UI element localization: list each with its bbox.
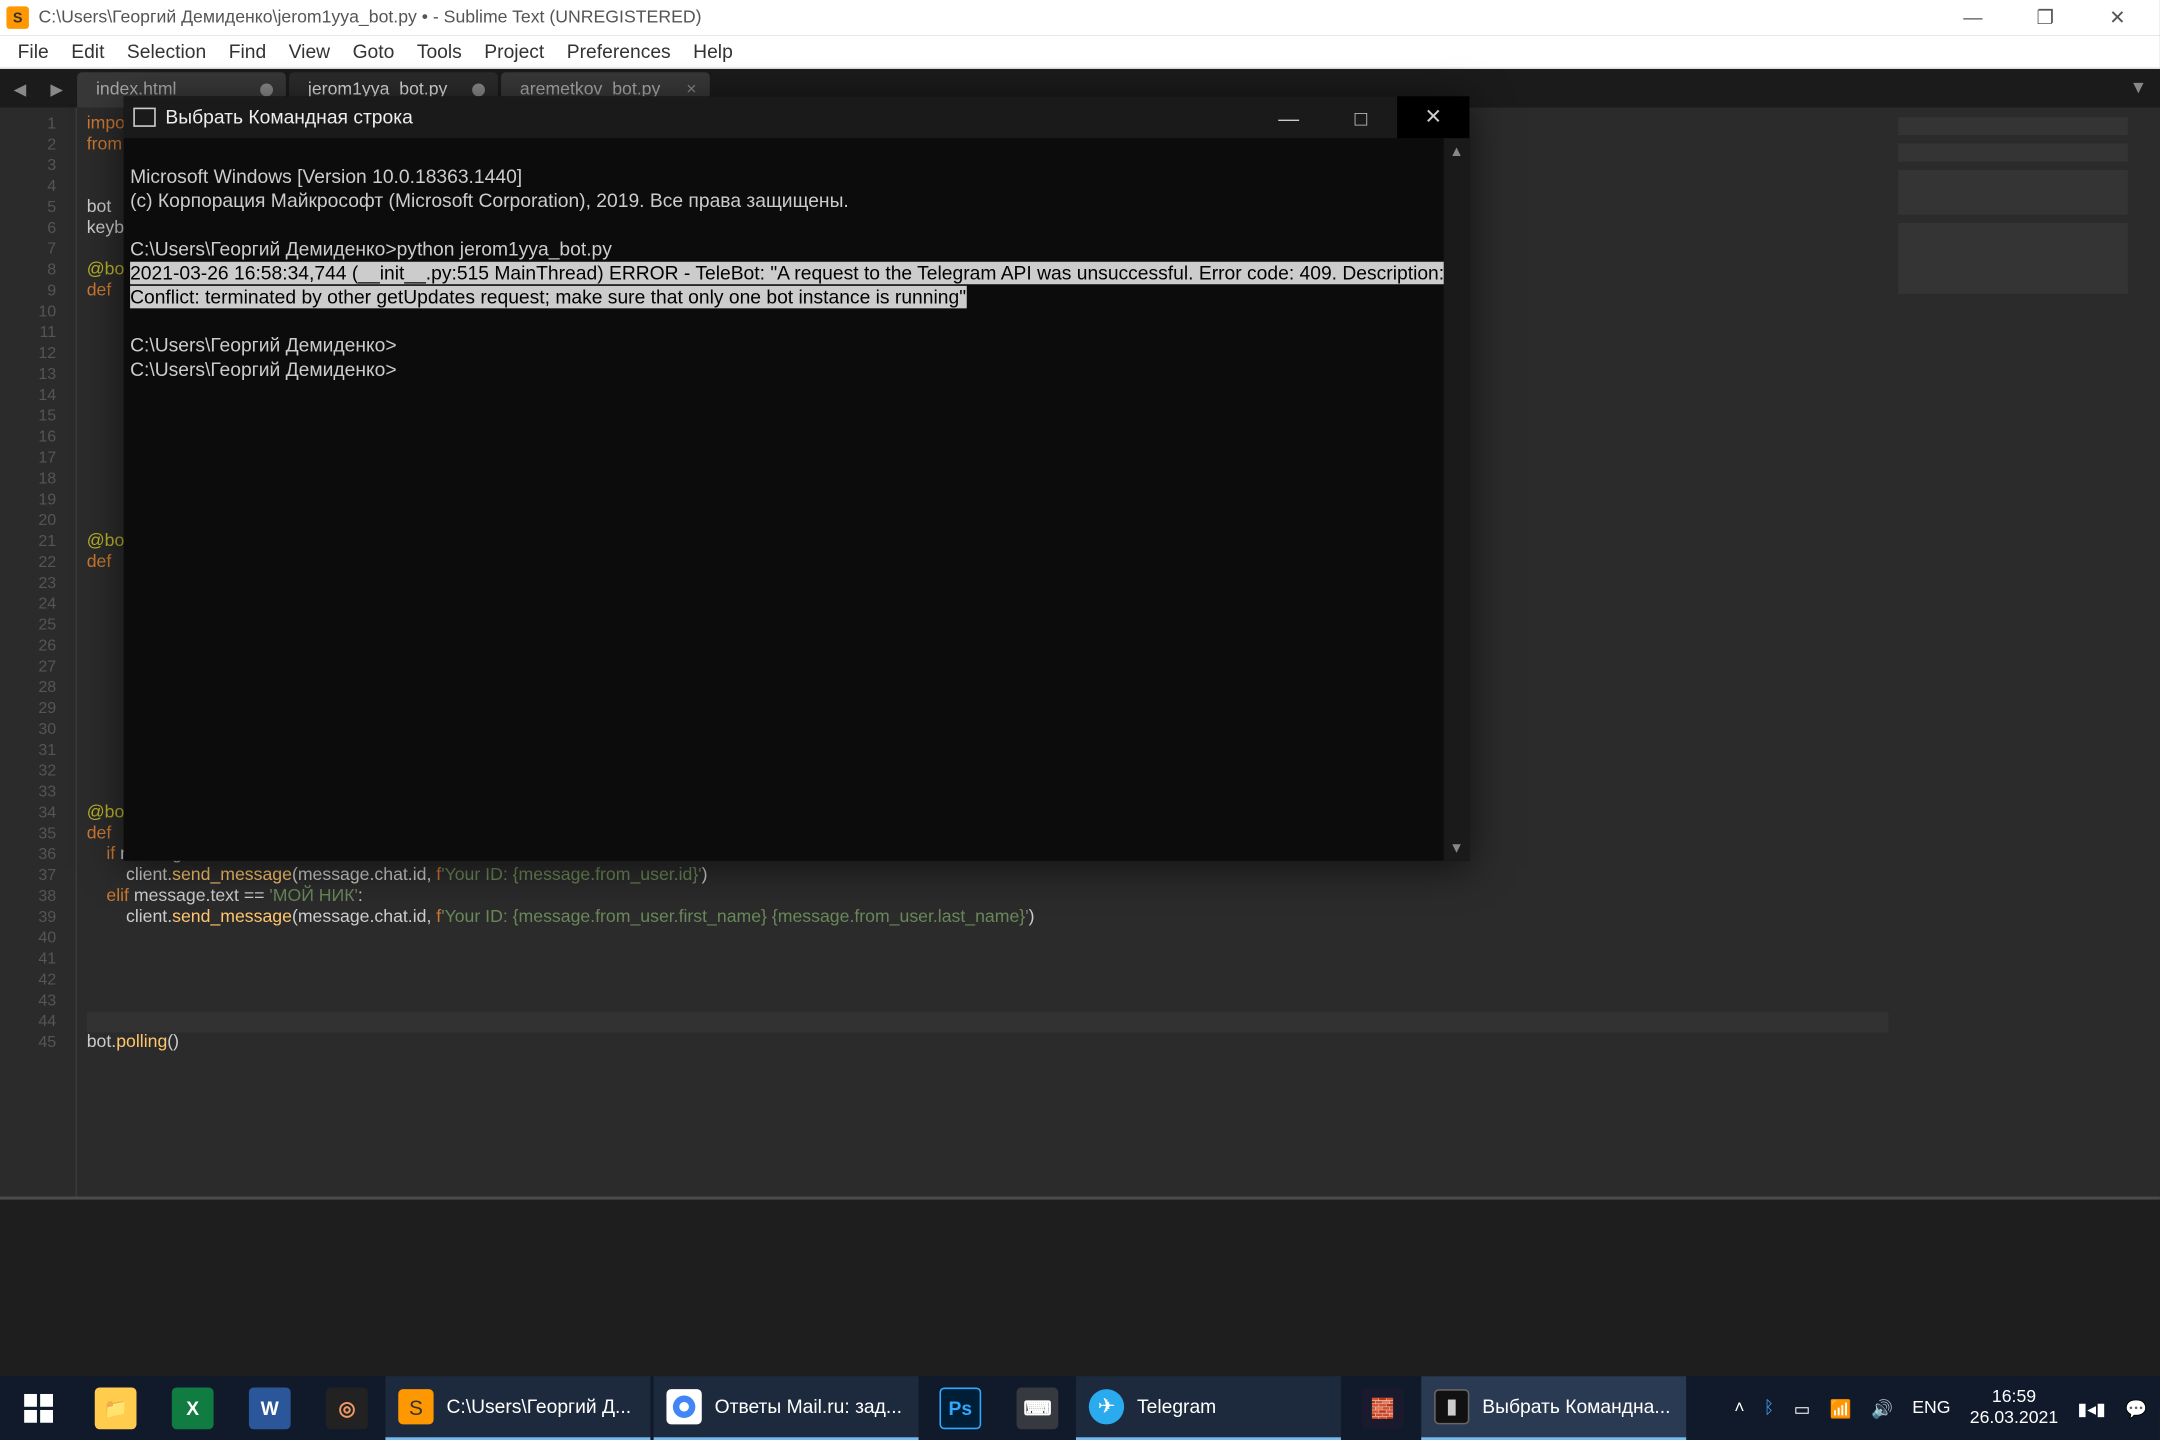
menu-selection[interactable]: Selection (116, 35, 218, 69)
wifi-icon[interactable]: 📶 (1830, 1398, 1852, 1419)
tray-app-icon[interactable]: ▮◂▮ (2077, 1398, 2105, 1419)
cmd-window[interactable]: Выбрать Командная строка — □ ✕ Microsoft… (124, 96, 1470, 860)
titlebar[interactable]: S C:\Users\Георгий Демиденко\jerom1yya_b… (0, 0, 2160, 35)
dirty-dot-icon (260, 84, 273, 97)
cmd-maximize-button[interactable]: □ (1325, 96, 1397, 138)
nav-fwd-icon[interactable]: ► (46, 76, 67, 100)
minimize-button[interactable]: — (1937, 0, 2009, 35)
close-button[interactable]: ✕ (2081, 0, 2153, 35)
bluetooth-icon[interactable]: ᛒ (1764, 1399, 1775, 1418)
menu-help[interactable]: Help (682, 35, 744, 69)
scroll-up-icon[interactable]: ▲ (1444, 138, 1470, 164)
task-sublime[interactable]: S C:\Users\Георгий Д... (385, 1376, 650, 1440)
action-center-icon[interactable]: 💬 (2125, 1398, 2147, 1419)
window-title: C:\Users\Георгий Демиденко\jerom1yya_bot… (39, 8, 702, 27)
cmd-minimize-button[interactable]: — (1253, 96, 1325, 138)
explorer-button[interactable]: 📁 (77, 1376, 154, 1440)
tab-options-icon[interactable]: ▼ (2130, 79, 2147, 98)
cmd-title: Выбрать Командная строка (165, 106, 412, 128)
taskbar: 📁 X W ◎ S C:\Users\Георгий Д... Ответы M… (0, 1376, 2160, 1440)
task-chrome[interactable]: Ответы Mail.ru: зад... (654, 1376, 919, 1440)
menu-view[interactable]: View (277, 35, 341, 69)
cmd-icon (133, 108, 155, 127)
volume-icon[interactable]: 🔊 (1871, 1398, 1893, 1419)
excel-button[interactable]: X (154, 1376, 231, 1440)
menu-goto[interactable]: Goto (341, 35, 405, 69)
battery-icon[interactable]: ▭ (1794, 1398, 1811, 1419)
line-gutter: 1234567891011121314151617181920212223242… (0, 108, 77, 1197)
menu-project[interactable]: Project (473, 35, 555, 69)
windows-icon (24, 1394, 53, 1423)
menu-find[interactable]: Find (217, 35, 277, 69)
menu-tools[interactable]: Tools (406, 35, 473, 69)
menu-preferences[interactable]: Preferences (556, 35, 682, 69)
tray-chevron-icon[interactable]: ˄ (1734, 1399, 1744, 1418)
lang-indicator[interactable]: ENG (1912, 1399, 1950, 1418)
cmd-error-highlight: 2021-03-26 16:58:34,744 (__init__.py:515… (130, 262, 1449, 309)
app-icon: S (6, 6, 28, 28)
cmd-close-button[interactable]: ✕ (1397, 96, 1469, 138)
app1-button[interactable]: ◎ (308, 1376, 385, 1440)
cmd-scrollbar[interactable]: ▲ ▼ (1444, 138, 1470, 861)
build-panel[interactable] (0, 1196, 2160, 1405)
editor-scrollbar[interactable] (2137, 108, 2159, 1197)
maximize-button[interactable]: ❐ (2009, 0, 2081, 35)
system-tray: ˄ ᛒ ▭ 📶 🔊 ENG 16:59 26.03.2021 ▮◂▮ 💬 (1721, 1376, 2160, 1440)
ps-button[interactable]: Ps (922, 1376, 999, 1440)
cmd-output: Microsoft Windows [Version 10.0.18363.14… (124, 138, 1470, 409)
clock[interactable]: 16:59 26.03.2021 (1970, 1387, 2058, 1429)
chrome-icon (666, 1389, 701, 1424)
cmd-task-icon: ▮ (1434, 1389, 1469, 1424)
cmd-titlebar[interactable]: Выбрать Командная строка — □ ✕ (124, 96, 1470, 138)
start-button[interactable] (0, 1376, 77, 1440)
sublime-icon: S (398, 1389, 433, 1424)
discord-button[interactable]: ⌨ (999, 1376, 1076, 1440)
minimap[interactable] (1889, 108, 2138, 1197)
task-cmd[interactable]: ▮ Выбрать Командна... (1421, 1376, 1686, 1440)
task-telegram[interactable]: ✈ Telegram (1076, 1376, 1341, 1440)
cmd-body[interactable]: Microsoft Windows [Version 10.0.18363.14… (124, 138, 1470, 861)
dirty-dot-icon (472, 84, 485, 97)
scroll-down-icon[interactable]: ▼ (1444, 835, 1470, 861)
menu-edit[interactable]: Edit (60, 35, 116, 69)
nav-back-icon[interactable]: ◄ (10, 76, 31, 100)
menubar: File Edit Selection Find View Goto Tools… (0, 35, 2160, 69)
telegram-icon: ✈ (1089, 1389, 1124, 1424)
menu-file[interactable]: File (6, 35, 60, 69)
word-button[interactable]: W (231, 1376, 308, 1440)
app2-button[interactable]: 🧱 (1344, 1376, 1421, 1440)
